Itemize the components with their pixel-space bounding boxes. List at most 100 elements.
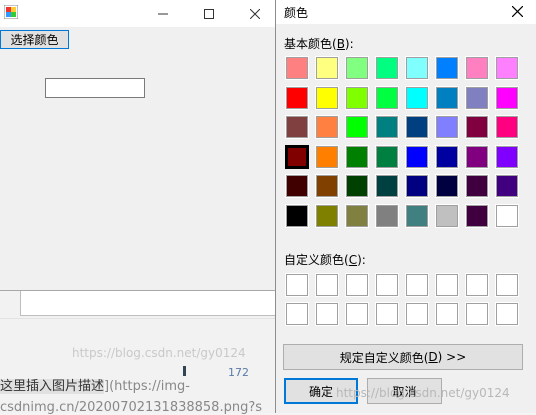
basic-color-swatch[interactable] — [405, 204, 429, 228]
basic-color-swatch[interactable] — [375, 145, 399, 169]
basic-color-swatch[interactable] — [345, 174, 369, 198]
basic-color-swatch[interactable] — [285, 145, 309, 169]
basic-color-swatch[interactable] — [495, 56, 519, 80]
custom-color-swatch[interactable] — [345, 273, 369, 297]
custom-color-swatch[interactable] — [285, 302, 309, 326]
basic-color-swatch[interactable] — [495, 86, 519, 110]
basic-color-swatch[interactable] — [405, 86, 429, 110]
custom-colors-label-end: ): — [357, 253, 366, 267]
main-window: 选择颜色 — [0, 0, 277, 291]
basic-color-swatch[interactable] — [315, 115, 339, 139]
basic-color-swatch[interactable] — [285, 56, 309, 80]
basic-color-swatch[interactable] — [465, 145, 489, 169]
basic-color-swatch[interactable] — [285, 115, 309, 139]
close-icon — [250, 8, 260, 19]
basic-color-swatch[interactable] — [495, 204, 519, 228]
basic-color-swatch[interactable] — [285, 86, 309, 110]
background-link-text: ](https://img- — [104, 379, 190, 394]
basic-color-swatch[interactable] — [315, 145, 339, 169]
basic-color-swatch[interactable] — [465, 56, 489, 80]
basic-color-swatch[interactable] — [315, 86, 339, 110]
dialog-watermark: https://blog.csdn.net/gy0124 — [336, 386, 510, 400]
basic-color-swatch[interactable] — [495, 174, 519, 198]
basic-color-swatch[interactable] — [345, 86, 369, 110]
custom-color-swatch[interactable] — [465, 302, 489, 326]
custom-colors-label-text: 自定义颜色( — [284, 253, 349, 267]
custom-colors-accelerator: C — [348, 253, 358, 267]
app-icon — [4, 5, 18, 19]
basic-color-swatch[interactable] — [345, 115, 369, 139]
basic-color-swatch[interactable] — [465, 174, 489, 198]
basic-color-swatch[interactable] — [345, 204, 369, 228]
maximize-icon — [204, 8, 214, 19]
custom-color-swatch[interactable] — [285, 273, 309, 297]
dialog-close-button[interactable] — [503, 0, 531, 22]
main-client-area: 选择颜色 — [0, 27, 276, 290]
define-custom-accelerator: D — [428, 350, 438, 364]
basic-color-swatch[interactable] — [495, 145, 519, 169]
basic-color-swatch[interactable] — [285, 174, 309, 198]
basic-colors-accelerator: B — [336, 37, 345, 51]
define-custom-colors-button[interactable]: 规定自定义颜色(D) >> — [283, 344, 523, 370]
basic-color-swatch[interactable] — [345, 145, 369, 169]
basic-color-swatch[interactable] — [375, 115, 399, 139]
basic-color-swatch[interactable] — [465, 115, 489, 139]
basic-color-swatch[interactable] — [435, 174, 459, 198]
background-text-line-1: 这里插入图片描述](https://img- — [0, 375, 190, 394]
basic-color-swatch[interactable] — [405, 56, 429, 80]
close-icon — [511, 5, 523, 17]
custom-color-swatch[interactable] — [345, 302, 369, 326]
basic-color-swatch[interactable] — [315, 56, 339, 80]
basic-color-swatch[interactable] — [285, 204, 309, 228]
define-custom-label: 规定自定义颜色( — [339, 350, 429, 365]
custom-color-swatch[interactable] — [405, 302, 429, 326]
custom-color-swatch[interactable] — [435, 302, 459, 326]
basic-color-swatch[interactable] — [495, 115, 519, 139]
custom-color-swatch[interactable] — [315, 302, 339, 326]
background-divider — [0, 318, 275, 319]
custom-color-swatch[interactable] — [375, 302, 399, 326]
basic-color-swatch[interactable] — [465, 86, 489, 110]
basic-color-swatch[interactable] — [345, 56, 369, 80]
basic-color-swatch[interactable] — [375, 174, 399, 198]
basic-color-swatch[interactable] — [405, 174, 429, 198]
basic-color-swatch[interactable] — [435, 204, 459, 228]
custom-color-swatch[interactable] — [495, 302, 519, 326]
basic-colors-label-end: ): — [344, 37, 354, 51]
minimize-button[interactable] — [140, 0, 186, 27]
custom-color-swatch[interactable] — [495, 273, 519, 297]
basic-color-swatch[interactable] — [405, 115, 429, 139]
close-button[interactable] — [232, 0, 278, 27]
color-dialog: 颜色 基本颜色(B): 自定义颜色(C): 规定自定义颜色(D) >> 确定 取… — [275, 0, 536, 413]
main-titlebar — [0, 0, 276, 27]
maximize-button[interactable] — [186, 0, 232, 27]
basic-color-swatch[interactable] — [465, 204, 489, 228]
define-custom-label-end: ) >> — [437, 350, 467, 364]
custom-color-swatch[interactable] — [465, 273, 489, 297]
basic-color-swatch[interactable] — [375, 56, 399, 80]
basic-color-swatch[interactable] — [435, 56, 459, 80]
basic-color-swatch[interactable] — [315, 174, 339, 198]
background-number: 172 — [228, 366, 249, 379]
basic-colors-label: 基本颜色(B): — [284, 35, 354, 52]
basic-color-swatch[interactable] — [405, 145, 429, 169]
custom-color-swatch[interactable] — [375, 273, 399, 297]
basic-color-swatch[interactable] — [435, 145, 459, 169]
color-text-box[interactable] — [45, 78, 145, 98]
dialog-titlebar: 颜色 — [276, 0, 536, 24]
custom-color-swatch[interactable] — [435, 273, 459, 297]
basic-color-swatch[interactable] — [435, 86, 459, 110]
basic-colors-label-text: 基本颜色( — [284, 37, 337, 51]
basic-color-swatch[interactable] — [375, 86, 399, 110]
basic-color-swatch[interactable] — [435, 115, 459, 139]
custom-colors-label: 自定义颜色(C): — [284, 251, 366, 268]
choose-color-button[interactable]: 选择颜色 — [0, 30, 69, 49]
custom-color-swatch[interactable] — [405, 273, 429, 297]
dialog-title: 颜色 — [284, 6, 309, 20]
basic-color-swatch[interactable] — [315, 204, 339, 228]
background-highlight-text: 这里插入图片描述 — [0, 379, 105, 394]
basic-color-swatch[interactable] — [375, 204, 399, 228]
custom-color-swatch[interactable] — [315, 273, 339, 297]
background-watermark: https://blog.csdn.net/gy0124 — [72, 346, 246, 360]
minimize-icon — [158, 13, 168, 14]
